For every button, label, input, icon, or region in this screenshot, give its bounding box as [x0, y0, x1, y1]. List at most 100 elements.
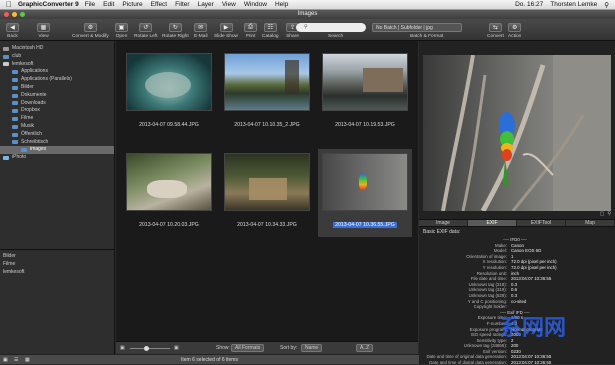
- thumbnail-image-parrot[interactable]: [322, 153, 408, 211]
- favorite-lemkesoft[interactable]: lemkesoft: [0, 269, 115, 277]
- menu-layer[interactable]: Layer: [198, 1, 214, 8]
- folder-icon: [12, 70, 18, 75]
- info-tabs: Image EXIF EXIFTool Map: [419, 219, 615, 227]
- folder-icon: [12, 93, 18, 98]
- thumbnail-image-pavilion[interactable]: [224, 153, 310, 211]
- batch-format-select[interactable]: No Batch | Subfolder | jpg: [372, 23, 462, 32]
- exif-header: Basic EXIF data:: [423, 229, 461, 235]
- sidebar-item-downloads[interactable]: Downloads: [0, 100, 114, 108]
- thumbnail-image-pond[interactable]: [224, 53, 310, 111]
- action-button[interactable]: ⚙ Action: [508, 21, 521, 39]
- thumbnail-image-manatee[interactable]: [126, 53, 212, 111]
- menu-bar:  GraphicConverter 9 File Edit Picture E…: [0, 0, 615, 10]
- favorite-bilder[interactable]: Bilder: [0, 253, 115, 261]
- thumbnail-item[interactable]: 2013-04-07 10.34.33.JPG: [220, 149, 314, 237]
- window-title: Images: [297, 11, 318, 17]
- home-icon: [3, 62, 9, 67]
- sidebar-item-applications-parallels[interactable]: Applications (Parallels): [0, 76, 114, 84]
- zoom-fit-icon[interactable]: ▢: [600, 211, 605, 217]
- folder-icon: [12, 85, 18, 90]
- status-bar: ▣ ☰ ▦ Item 6 selected of 6 items: [0, 354, 419, 364]
- tab-image[interactable]: Image: [419, 220, 468, 226]
- thumbnail-image-building[interactable]: [322, 53, 408, 111]
- sidebar-item-bilder[interactable]: Bilder: [0, 84, 114, 92]
- view-icon: ▦: [37, 23, 50, 32]
- print-icon: ⎙: [244, 23, 257, 32]
- show-format-select[interactable]: All Formats: [231, 344, 265, 352]
- convert-button[interactable]: ⇆ Convert: [487, 21, 504, 39]
- email-icon: ✉: [194, 23, 208, 32]
- zoom-icon[interactable]: ⚲: [607, 211, 611, 217]
- thumbnail-caption: 2013-04-07 09.58.44.JPG: [139, 122, 199, 128]
- sidebar-item-schreibtisch[interactable]: Schreibtisch: [0, 139, 114, 147]
- sidebar-item-applications[interactable]: Applications: [0, 68, 114, 76]
- app-menu[interactable]: GraphicConverter 9: [18, 1, 79, 8]
- menu-effect[interactable]: Effect: [151, 1, 168, 8]
- slideshow-button[interactable]: ▶ Slide Show: [214, 21, 238, 39]
- thumbnail-caption: 2013-04-07 10.19.53.JPG: [335, 122, 395, 128]
- zoom-window-button[interactable]: [20, 12, 25, 17]
- zoom-in-icon[interactable]: ▣: [174, 345, 179, 351]
- thumbnail-item[interactable]: 2013-04-07 09.58.44.JPG: [122, 49, 216, 137]
- open-button[interactable]: ▣ Open: [115, 21, 128, 39]
- spotlight-icon[interactable]: ⚲: [604, 1, 609, 9]
- sidebar-item-images[interactable]: images: [0, 146, 114, 155]
- menu-filter[interactable]: Filter: [175, 1, 189, 8]
- minimize-window-button[interactable]: [12, 12, 17, 17]
- thumbnail-caption: 2013-04-07 10.20.03.JPG: [139, 222, 199, 228]
- sidebar-item-lemkesoft[interactable]: lemkesoft: [0, 61, 114, 69]
- thumbnail-grid: 2013-04-07 09.58.44.JPG 2013-04-07 10.10…: [116, 41, 418, 341]
- search-input[interactable]: ⚲: [296, 23, 366, 32]
- view-button[interactable]: ▦ View: [37, 21, 50, 39]
- close-window-button[interactable]: [4, 12, 9, 17]
- menu-help[interactable]: Help: [275, 1, 288, 8]
- sidebar-item-oeffentlich[interactable]: Öffentlich: [0, 131, 114, 139]
- exif-key: Date and time of digital data generation…: [429, 360, 507, 364]
- clock[interactable]: Do. 16:27: [515, 1, 543, 9]
- thumbnail-item[interactable]: 2013-04-07 10.36.55.JPG: [318, 149, 412, 237]
- folder-icon: [21, 148, 27, 153]
- thumbnail-size-slider[interactable]: [130, 348, 170, 349]
- apple-menu-icon[interactable]: : [0, 0, 18, 9]
- catalog-button[interactable]: ☷ Catalog: [262, 21, 279, 39]
- sidebar-item-club[interactable]: club: [0, 53, 114, 61]
- status-text: Item 6 selected of 6 items: [181, 357, 238, 363]
- exif-value: Canon EOS 6D: [511, 248, 542, 254]
- sort-by-select[interactable]: Name: [301, 344, 323, 352]
- menu-view[interactable]: View: [222, 1, 236, 8]
- zoom-out-icon[interactable]: ▣: [120, 345, 125, 351]
- sidebar-item-filme[interactable]: Filme: [0, 115, 114, 123]
- thumbnail-item[interactable]: 2013-04-07 10.19.53.JPG: [318, 49, 412, 137]
- favorite-filme[interactable]: Filme: [0, 261, 115, 269]
- thumbnail-item[interactable]: 2013-04-07 10.20.03.JPG: [122, 149, 216, 237]
- slider-knob[interactable]: [144, 346, 149, 351]
- rotate-right-button[interactable]: ↻ Rotate Right: [162, 21, 189, 39]
- menu-edit[interactable]: Edit: [103, 1, 114, 8]
- thumbnail-item[interactable]: 2013-04-07 10.10.35_2.JPG: [220, 49, 314, 137]
- sidebar-item-musik[interactable]: Musik: [0, 123, 114, 131]
- rotate-left-button[interactable]: ↺ Rotate Left: [134, 21, 157, 39]
- email-button[interactable]: ✉ E-Mail: [194, 21, 208, 39]
- convert-icon: ⚙: [83, 23, 97, 32]
- menu-window[interactable]: Window: [244, 1, 267, 8]
- tab-exif[interactable]: EXIF: [468, 220, 517, 226]
- convert-modify-button[interactable]: ⚙ Convert & Modify: [72, 21, 109, 39]
- sort-label: Sort by:: [280, 345, 298, 351]
- sidebar-item-iphoto[interactable]: iPhoto: [0, 154, 114, 162]
- tab-exiftool[interactable]: EXIFTool: [517, 220, 566, 226]
- sort-order-select[interactable]: A..Z: [356, 344, 374, 352]
- user-name[interactable]: Thorsten Lemke: [550, 1, 597, 9]
- thumbnail-caption: 2013-04-07 10.34.33.JPG: [237, 222, 297, 228]
- catalog-icon: ☷: [263, 23, 277, 32]
- tab-map[interactable]: Map: [566, 220, 615, 226]
- sidebar-item-dropbox[interactable]: Dropbox: [0, 107, 114, 115]
- disk-icon: [3, 46, 9, 51]
- menu-picture[interactable]: Picture: [122, 1, 142, 8]
- back-button[interactable]: ◀ Back: [6, 21, 19, 39]
- print-button[interactable]: ⎙ Print: [244, 21, 257, 39]
- menu-file[interactable]: File: [85, 1, 95, 8]
- folder-icon: [12, 78, 18, 83]
- sidebar-item-dokumente[interactable]: Dokumente: [0, 92, 114, 100]
- sidebar-item-macintosh-hd[interactable]: Macintosh HD: [0, 45, 114, 53]
- thumbnail-image-bird[interactable]: [126, 153, 212, 211]
